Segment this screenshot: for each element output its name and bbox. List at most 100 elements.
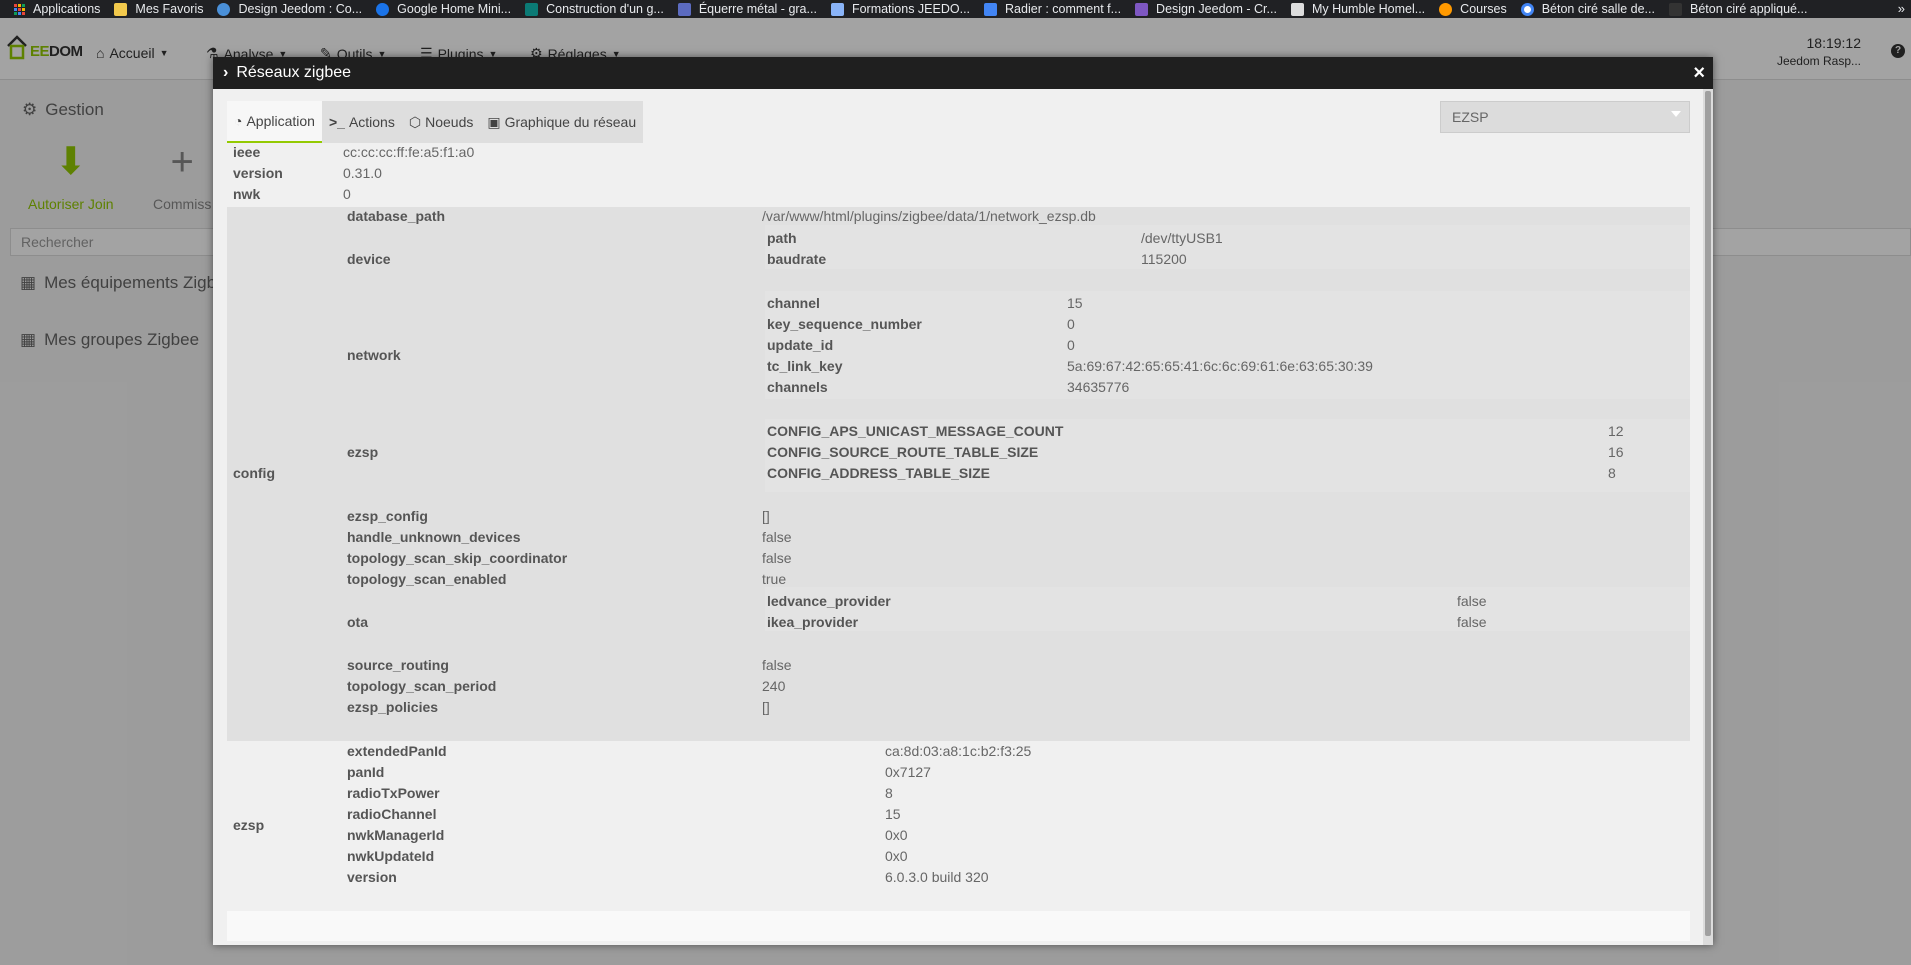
chevron-right-icon: › xyxy=(223,64,229,81)
zigbee-network-modal: › Réseaux zigbee × ◔ Application >_ Action… xyxy=(213,57,1713,945)
bookmark-apps[interactable]: Applications xyxy=(14,0,100,18)
bookmark-radier[interactable]: Radier : comment f... xyxy=(984,0,1121,18)
value-radio-channel: 15 xyxy=(885,806,901,822)
more-bookmarks-icon[interactable]: » xyxy=(1898,0,1905,18)
tab-application[interactable]: ◔ Application xyxy=(227,101,322,143)
value-address-table: 8 xyxy=(1608,465,1616,481)
key-baudrate: baudrate xyxy=(767,251,827,267)
key-network: network xyxy=(347,347,401,363)
modal-scrollbar[interactable] xyxy=(1703,89,1713,945)
key-nwk-manager-id: nwkManagerId xyxy=(347,827,445,843)
value-scan-enabled: true xyxy=(762,571,787,587)
modal-titlebar: › Réseaux zigbee × xyxy=(213,57,1713,89)
value-ezsp-version: 6.0.3.0 build 320 xyxy=(885,869,989,885)
key-skip-coordinator: topology_scan_skip_coordinator xyxy=(347,550,568,566)
bookmark-formations[interactable]: Formations JEEDO... xyxy=(830,0,970,18)
key-ezsp: ezsp xyxy=(233,817,265,833)
bottom-panel xyxy=(227,911,1690,941)
device-subsection xyxy=(765,225,1690,269)
bookmark-humble-homelab[interactable]: My Humble Homel... xyxy=(1290,0,1425,18)
key-pan-id: panId xyxy=(347,764,385,780)
key-device: device xyxy=(347,251,391,267)
key-scan-enabled: topology_scan_enabled xyxy=(347,571,507,587)
key-path: path xyxy=(767,230,797,246)
site-icon xyxy=(1135,2,1149,16)
key-aps-unicast: CONFIG_APS_UNICAST_MESSAGE_COUNT xyxy=(767,423,1064,439)
tab-noeuds[interactable]: ⬡ Noeuds xyxy=(402,101,481,143)
key-address-table: CONFIG_ADDRESS_TABLE_SIZE xyxy=(767,465,990,481)
value-ieee: cc:cc:cc:ff:fe:a5:f1:a0 xyxy=(343,144,475,160)
bookmark-beton-salle[interactable]: Béton ciré salle de... xyxy=(1520,0,1655,18)
bookmark-design-jeedom-cr[interactable]: Design Jeedom - Cr... xyxy=(1135,0,1277,18)
bookmark-beton-applique[interactable]: Béton ciré appliqué... xyxy=(1668,0,1807,18)
key-source-routing: source_routing xyxy=(347,657,449,673)
value-channels: 34635776 xyxy=(1067,379,1130,395)
value-update-id: 0 xyxy=(1067,337,1075,353)
key-ezsp-version: version xyxy=(347,869,397,885)
key-ezsp-policies: ezsp_policies xyxy=(347,699,439,715)
key-ota: ota xyxy=(347,614,368,630)
site-icon xyxy=(1290,2,1304,16)
key-scan-period: topology_scan_period xyxy=(347,678,497,694)
tab-graphique[interactable]: ▣ Graphique du réseau xyxy=(480,101,643,143)
bookmark-courses[interactable]: Courses xyxy=(1439,0,1507,18)
key-handle-unknown: handle_unknown_devices xyxy=(347,529,521,545)
key-nwk-update-id: nwkUpdateId xyxy=(347,848,435,864)
key-update-id: update_id xyxy=(767,337,834,353)
google-icon xyxy=(1520,2,1534,16)
dashboard-icon: ◔ xyxy=(234,113,243,129)
image-icon: ▣ xyxy=(487,113,501,130)
key-extended-pan-id: extendedPanId xyxy=(347,743,447,759)
key-radio-channel: radioChannel xyxy=(347,806,437,822)
key-ikea: ikea_provider xyxy=(767,614,859,630)
close-icon[interactable]: × xyxy=(1693,63,1705,83)
value-pan-id: 0x7127 xyxy=(885,764,931,780)
key-ezsp-config: ezsp_config xyxy=(347,508,428,524)
value-aps-unicast: 12 xyxy=(1608,423,1624,439)
value-ezsp-policies: [] xyxy=(762,699,770,715)
value-ledvance: false xyxy=(1457,593,1487,609)
value-radio-tx-power: 8 xyxy=(885,785,893,801)
value-skip-coordinator: false xyxy=(762,550,792,566)
value-source-route: 16 xyxy=(1608,444,1624,460)
value-nwk-manager-id: 0x0 xyxy=(885,827,908,843)
value-nwk-update-id: 0x0 xyxy=(885,848,908,864)
site-icon xyxy=(376,2,390,16)
house-icon xyxy=(830,2,844,16)
tab-actions[interactable]: >_ Actions xyxy=(322,101,402,143)
folder-icon xyxy=(114,2,128,16)
key-source-route: CONFIG_SOURCE_ROUTE_TABLE_SIZE xyxy=(767,444,1039,460)
network-subsection xyxy=(765,291,1690,399)
value-version: 0.31.0 xyxy=(343,165,382,181)
key-tc-link-key: tc_link_key xyxy=(767,358,843,374)
globe-icon xyxy=(217,2,231,16)
modal-tabs: ◔ Application >_ Actions ⬡ Noeuds ▣ Graphiqu… xyxy=(227,101,644,143)
bookmark-equerre[interactable]: Équerre métal - gra... xyxy=(677,0,817,18)
key-version: version xyxy=(233,165,283,181)
bookmark-construction[interactable]: Construction d'un g... xyxy=(525,0,664,18)
value-ezsp-config: [] xyxy=(762,508,770,524)
key-ezsp-config-group: ezsp xyxy=(347,444,379,460)
value-path: /dev/ttyUSB1 xyxy=(1141,230,1223,246)
value-database-path: /var/www/html/plugins/zigbee/data/1/netw… xyxy=(762,208,1096,224)
apps-grid-icon xyxy=(14,3,25,15)
bookmark-google-home[interactable]: Google Home Mini... xyxy=(376,0,511,18)
ota-subsection xyxy=(765,587,1690,631)
bookmark-design-jeedom-co[interactable]: Design Jeedom : Co... xyxy=(217,0,362,18)
key-config: config xyxy=(233,465,275,481)
terminal-icon: >_ xyxy=(328,114,345,130)
site-icon xyxy=(1668,2,1682,16)
key-database-path: database_path xyxy=(347,208,446,224)
bookmark-mes-favoris[interactable]: Mes Favoris xyxy=(114,0,203,18)
key-ledvance: ledvance_provider xyxy=(767,593,891,609)
key-ieee: ieee xyxy=(233,144,261,160)
value-nwk: 0 xyxy=(343,186,351,202)
value-handle-unknown: false xyxy=(762,529,792,545)
scrollbar-thumb[interactable] xyxy=(1705,91,1711,936)
controller-select[interactable]: EZSP xyxy=(1440,101,1690,133)
value-source-routing: false xyxy=(762,657,792,673)
value-key-sequence-number: 0 xyxy=(1067,316,1075,332)
site-icon xyxy=(525,2,539,16)
value-ikea: false xyxy=(1457,614,1487,630)
value-channel: 15 xyxy=(1067,295,1083,311)
